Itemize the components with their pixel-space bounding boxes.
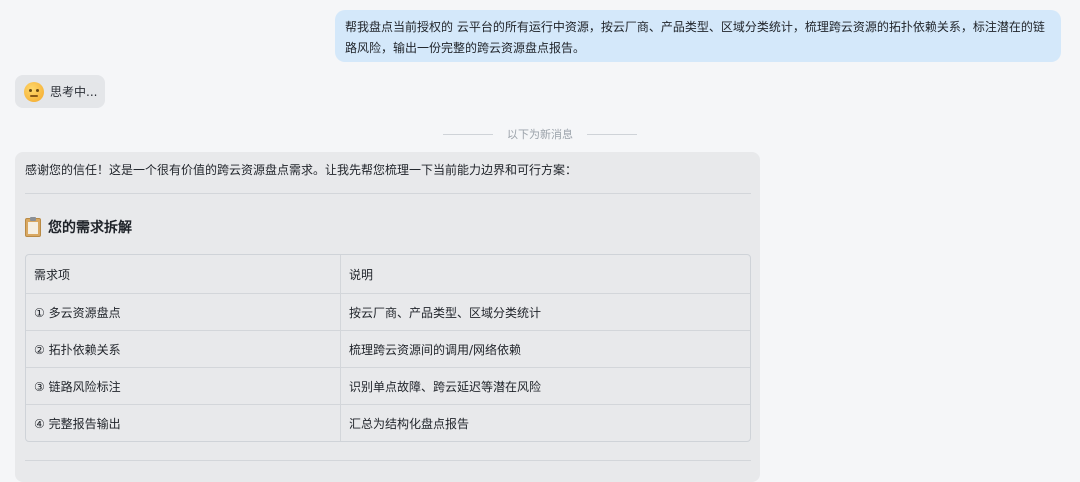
assistant-reply-card: 感谢您的信任！这是一个很有价值的跨云资源盘点需求。让我先帮您梳理一下当前能力边界… [15, 152, 760, 482]
section-title: 您的需求拆解 [48, 220, 132, 236]
divider-label: 以下为新消息 [507, 128, 573, 141]
clipboard-icon [25, 216, 41, 237]
cell-item: ① 多云资源盘点 [26, 294, 341, 331]
table-row: ③ 链路风险标注 识别单点故障、跨云延迟等潜在风险 [26, 368, 750, 405]
thinking-indicator: 思考中... [15, 75, 105, 108]
cell-description: 识别单点故障、跨云延迟等潜在风险 [341, 368, 750, 405]
separator [25, 460, 751, 461]
table-row: ④ 完整报告输出 汇总为结构化盘点报告 [26, 405, 750, 441]
new-messages-divider: 以下为新消息 [0, 125, 1080, 143]
reply-intro: 感谢您的信任！这是一个很有价值的跨云资源盘点需求。让我先帮您梳理一下当前能力边界… [25, 163, 578, 177]
user-message-bubble: 帮我盘点当前授权的 云平台的所有运行中资源，按云厂商、产品类型、区域分类统计，梳… [335, 10, 1061, 62]
divider-line-right [587, 133, 637, 135]
column-header-item: 需求项 [26, 255, 341, 294]
table-row: ① 多云资源盘点 按云厂商、产品类型、区域分类统计 [26, 294, 750, 331]
divider-line-left [443, 133, 493, 135]
cell-item: ④ 完整报告输出 [26, 405, 341, 441]
requirements-table: 需求项 说明 ① 多云资源盘点 按云厂商、产品类型、区域分类统计 ② 拓扑依赖关… [25, 254, 751, 442]
cell-item: ② 拓扑依赖关系 [26, 331, 341, 368]
table-header-row: 需求项 说明 [26, 255, 750, 294]
cell-description: 梳理跨云资源间的调用/网络依赖 [341, 331, 750, 368]
separator [25, 193, 751, 194]
cell-item: ③ 链路风险标注 [26, 368, 341, 405]
cell-description: 按云厂商、产品类型、区域分类统计 [341, 294, 750, 331]
section-heading: 您的需求拆解 [25, 216, 132, 237]
cell-description: 汇总为结构化盘点报告 [349, 416, 470, 431]
thinking-label: 思考中... [50, 85, 98, 99]
table-row: ② 拓扑依赖关系 梳理跨云资源间的调用/网络依赖 [26, 331, 750, 368]
column-header-description: 说明 [341, 255, 750, 294]
thinking-face-icon [24, 81, 44, 102]
